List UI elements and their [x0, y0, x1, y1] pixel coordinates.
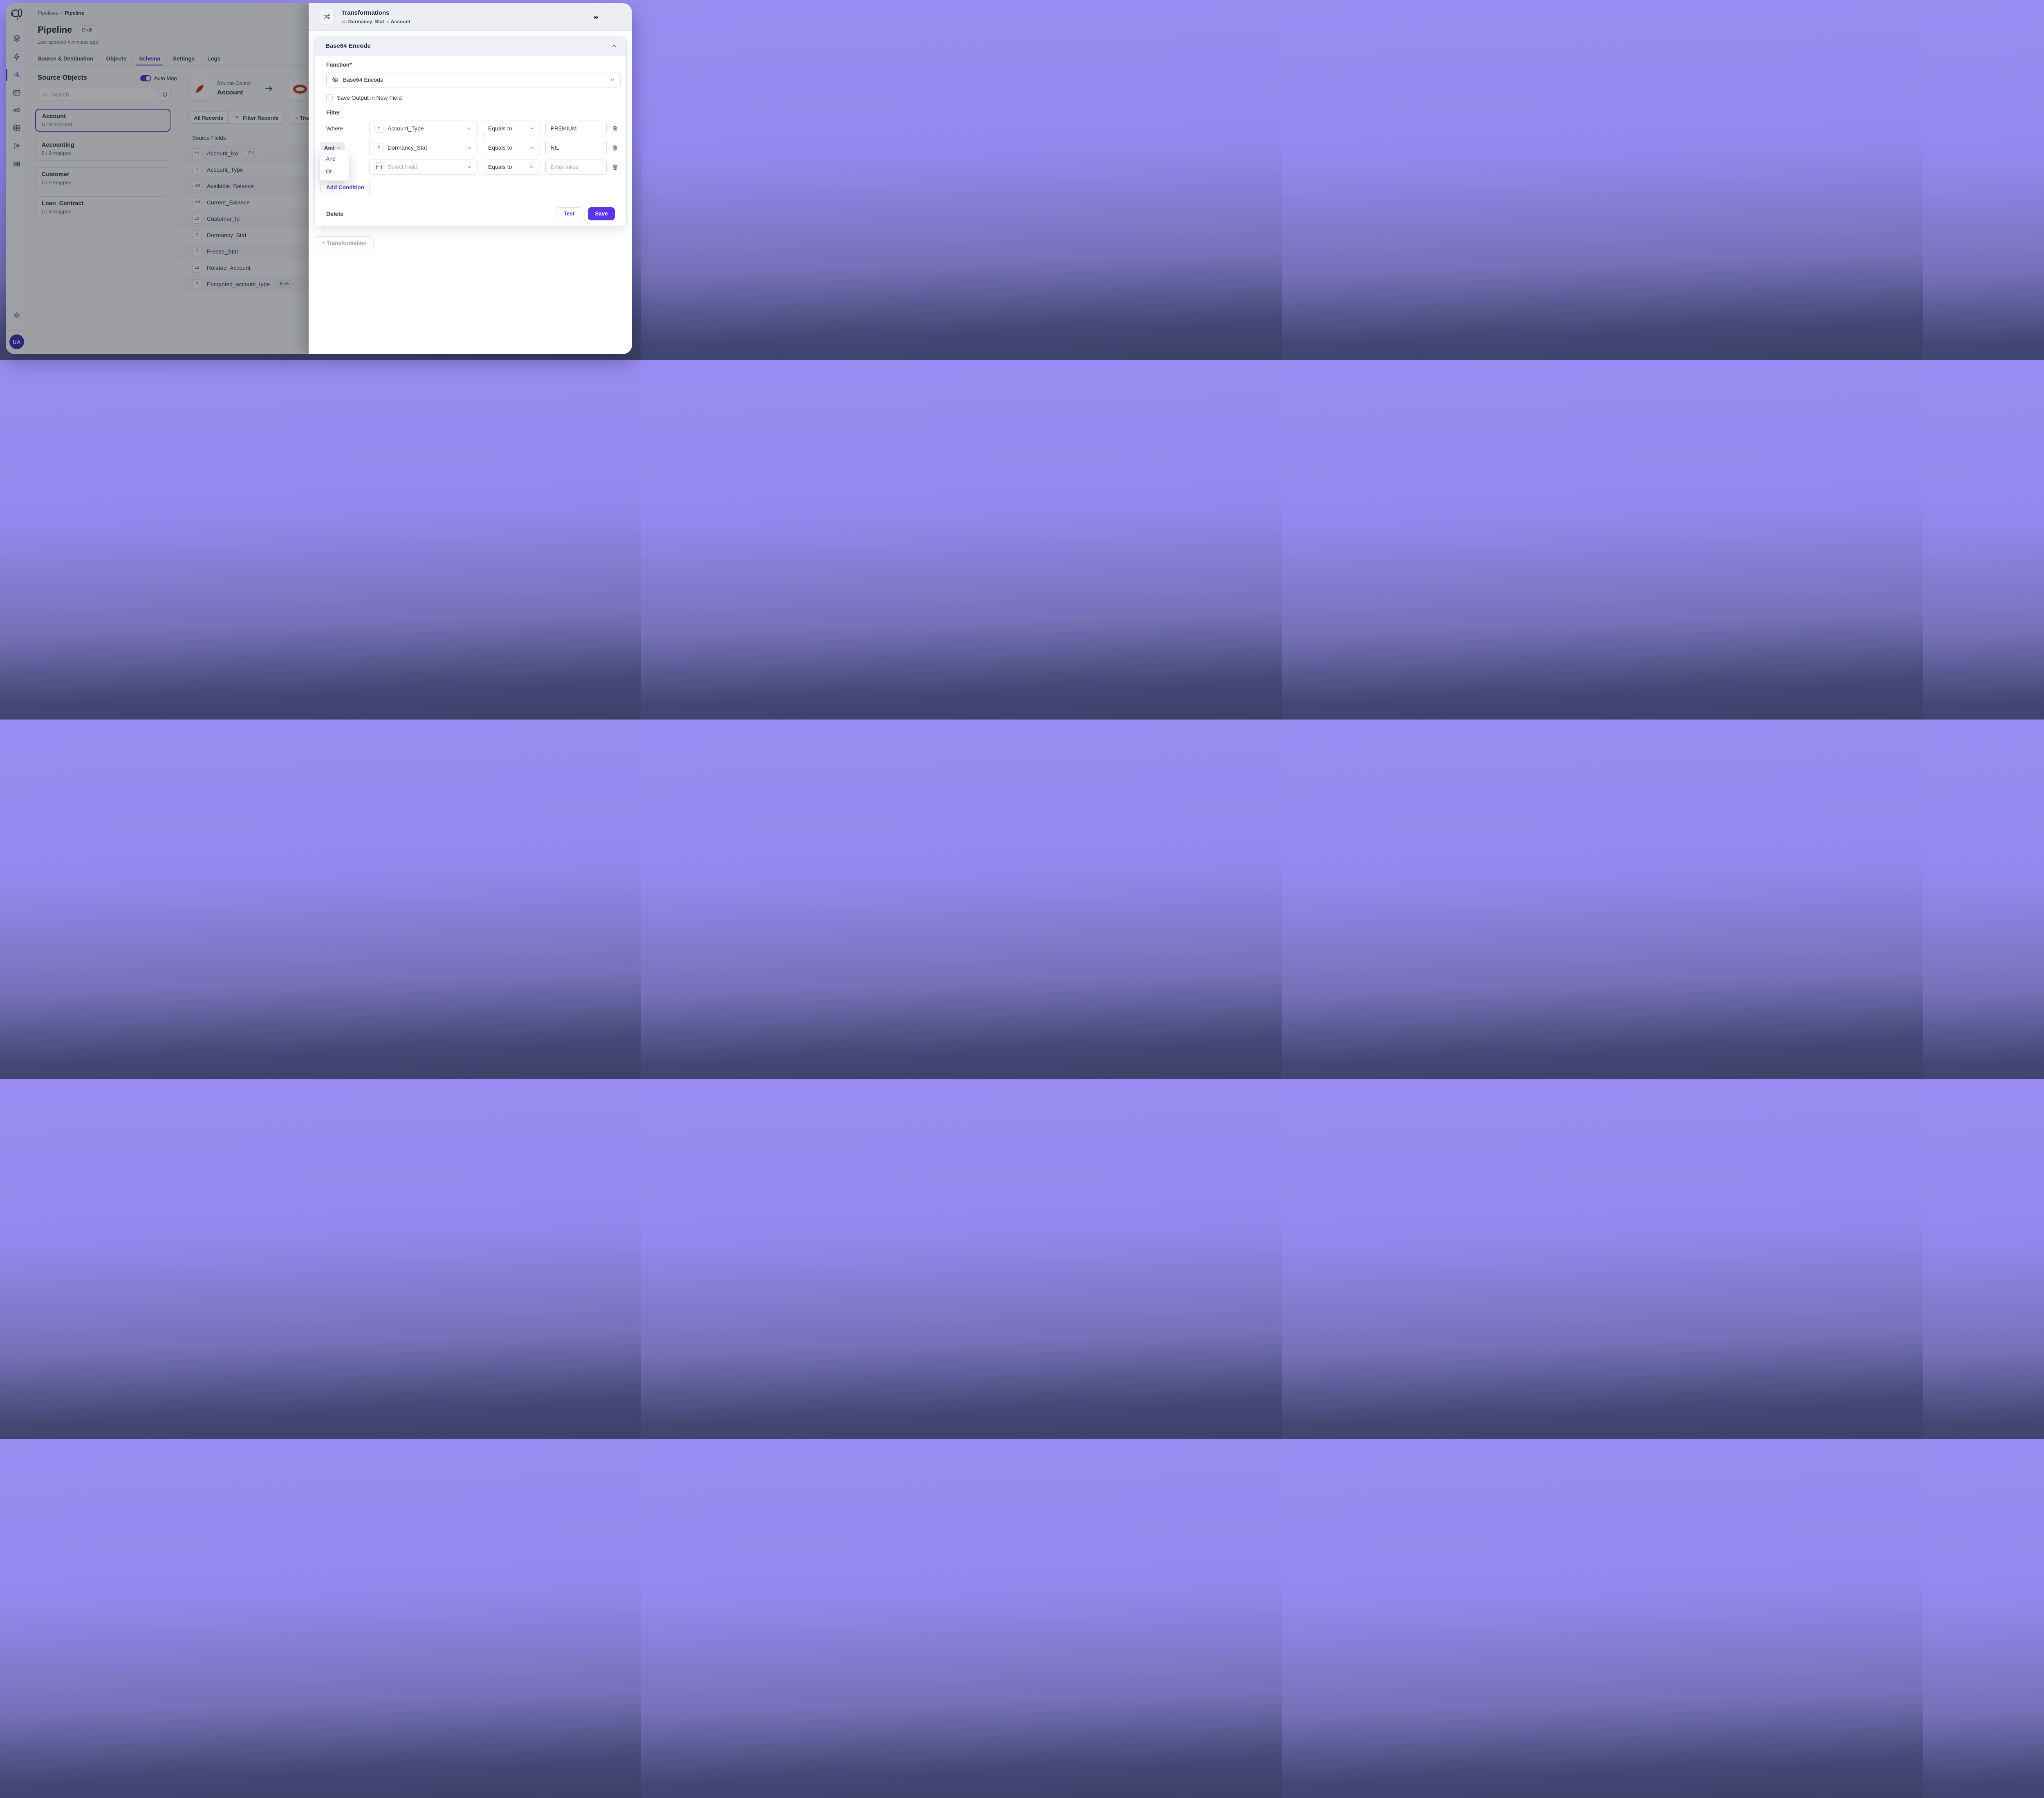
- chevron-down-icon: [466, 145, 472, 150]
- condition-value-input[interactable]: [545, 159, 607, 175]
- function-value: Base64 Encode: [343, 76, 383, 83]
- chevron-down-icon: [336, 146, 341, 150]
- condition-operator-value: Equals to: [488, 125, 512, 132]
- condition-operator-value: Equals to: [488, 144, 512, 151]
- trash-icon[interactable]: [612, 144, 620, 151]
- condition-field-select[interactable]: T Account_Type: [369, 121, 477, 136]
- transformation-card-body: Function* Base64 Encode Save Output in N…: [315, 56, 626, 194]
- condition-field-value: Dormancy_Stat: [388, 144, 427, 151]
- condition-field-select[interactable]: T Dormancy_Stat: [369, 140, 477, 155]
- save-output-row: Save Output in New Field: [326, 94, 615, 101]
- dropdown-option-or[interactable]: Or: [320, 165, 349, 178]
- filter-conditions: Where T Account_Type Equals to: [326, 121, 615, 175]
- chevron-down-icon: [466, 126, 472, 131]
- condition-field-placeholder: Select Field: [388, 164, 417, 170]
- chevron-down-icon: [466, 164, 472, 170]
- add-transformation-button[interactable]: + Transformation: [315, 236, 374, 249]
- field-type-icon: {···}: [374, 162, 383, 171]
- filter-section-label: Filter: [326, 109, 615, 116]
- condition-operator-select[interactable]: Equals to: [483, 121, 540, 136]
- transformation-title: Base64 Encode: [325, 43, 611, 49]
- condition-operator-select[interactable]: Equals to: [483, 159, 540, 175]
- condition-value-input[interactable]: [545, 140, 607, 155]
- shuffle-icon: [323, 13, 331, 21]
- panel-subtitle: on Dormancy_Stat in Account: [341, 19, 410, 25]
- condition-field-value: Account_Type: [388, 125, 424, 132]
- add-condition-button[interactable]: Add Condition: [320, 181, 370, 194]
- save-output-checkbox[interactable]: [326, 94, 333, 101]
- chevron-down-icon: [529, 126, 535, 131]
- condition-row-3: {···} Select Field Equals to: [326, 159, 615, 175]
- subtitle-in: in: [385, 19, 389, 25]
- condition-connector-where: Where: [326, 125, 369, 132]
- save-button[interactable]: Save: [588, 207, 615, 220]
- transformations-panel: Transformations on Dormancy_Stat in Acco…: [309, 3, 632, 354]
- field-type-icon: T: [374, 143, 383, 152]
- subtitle-on: on: [341, 19, 347, 25]
- transformation-card: Base64 Encode Function* Base64 Encode Sa…: [314, 36, 627, 226]
- condition-operator-value: Equals to: [488, 164, 512, 170]
- test-button[interactable]: Test: [556, 207, 583, 220]
- function-select[interactable]: Base64 Encode: [326, 72, 621, 87]
- condition-row-1: Where T Account_Type Equals to: [326, 121, 615, 136]
- subtitle-object: Account: [391, 19, 410, 25]
- transformation-card-footer: Delete Test Save: [315, 201, 626, 226]
- delete-button[interactable]: Delete: [326, 211, 343, 217]
- transformation-card-header[interactable]: Base64 Encode: [315, 36, 626, 56]
- eye-off-icon: [332, 76, 339, 83]
- panel-title: Transformations: [341, 9, 390, 16]
- function-label: Function*: [326, 62, 615, 68]
- condition-row-2: And T Dormancy_Stat Equals to: [326, 140, 615, 155]
- chevron-down-icon: [529, 145, 535, 150]
- trash-icon[interactable]: [612, 125, 620, 132]
- subtitle-field: Dormancy_Stat: [348, 19, 384, 25]
- dropdown-option-and[interactable]: And: [320, 152, 349, 165]
- save-output-label: Save Output in New Field: [337, 94, 402, 101]
- app-window: UA Pipelines/Pipeline Pipeline Draft Las…: [6, 3, 632, 354]
- chevron-down-icon: [610, 77, 615, 83]
- chevron-down-icon: [529, 164, 535, 170]
- connector-dropdown: And Or: [320, 150, 349, 181]
- collapse-panel-button[interactable]: [592, 13, 600, 21]
- chevron-up-icon[interactable]: [611, 43, 617, 49]
- condition-value-input[interactable]: [545, 121, 607, 136]
- condition-operator-select[interactable]: Equals to: [483, 140, 540, 155]
- condition-field-select[interactable]: {···} Select Field: [369, 159, 477, 175]
- panel-header: Transformations on Dormancy_Stat in Acco…: [309, 3, 632, 31]
- panel-icon-box: [318, 9, 335, 25]
- field-type-icon: T: [374, 124, 383, 133]
- trash-icon[interactable]: [612, 164, 620, 170]
- close-panel-button[interactable]: [610, 13, 618, 21]
